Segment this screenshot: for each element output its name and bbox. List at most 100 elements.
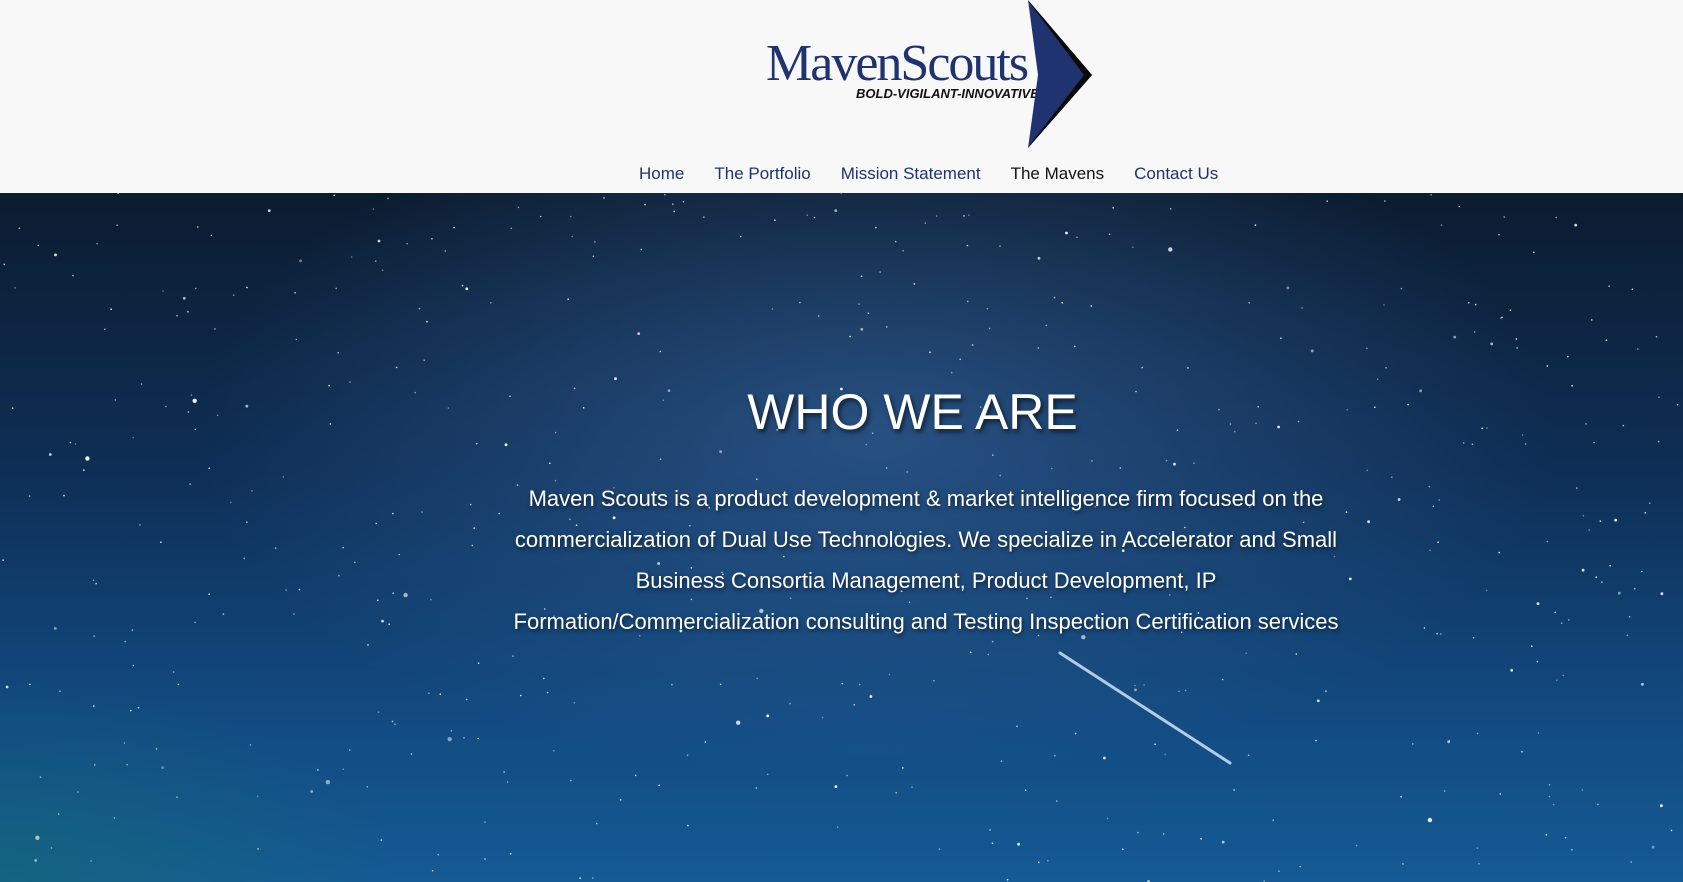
star (506, 781, 509, 783)
star (1515, 338, 1518, 340)
star (162, 290, 164, 292)
star (1576, 487, 1578, 489)
star (1634, 588, 1636, 590)
star (267, 209, 271, 212)
star (1524, 443, 1527, 445)
star (664, 193, 666, 196)
star (686, 754, 689, 756)
star (126, 763, 128, 766)
star (1272, 819, 1274, 821)
star (85, 456, 90, 461)
star (1143, 684, 1145, 686)
site-header: MavenScouts BOLD-VIGILANT-INNOVATIVE Hom… (0, 0, 1683, 193)
star (987, 653, 990, 656)
star (1391, 476, 1393, 479)
star (1112, 207, 1114, 209)
star (1536, 660, 1539, 663)
logo[interactable]: MavenScouts BOLD-VIGILANT-INNOVATIVE (762, 0, 1092, 150)
star (195, 287, 197, 290)
star (1038, 861, 1040, 864)
star (1660, 592, 1664, 596)
star (1581, 568, 1585, 572)
star (1641, 682, 1644, 686)
star (860, 275, 863, 277)
nav-portfolio[interactable]: The Portfolio (699, 160, 825, 188)
star (963, 215, 965, 217)
star (1626, 634, 1629, 637)
star (90, 860, 92, 862)
star (246, 286, 248, 289)
star (465, 287, 469, 291)
star (1436, 633, 1438, 635)
star (1462, 442, 1465, 444)
star (1178, 690, 1180, 693)
star (1533, 251, 1535, 254)
star (294, 292, 296, 294)
star (1467, 302, 1470, 304)
nav-home[interactable]: Home (624, 160, 699, 188)
star (1503, 216, 1505, 218)
star (421, 511, 423, 513)
star (1617, 591, 1621, 595)
star (430, 598, 432, 601)
nav-contact-us[interactable]: Contact Us (1119, 160, 1233, 188)
star (570, 215, 572, 218)
star (1301, 307, 1303, 309)
star (431, 238, 433, 240)
star (338, 574, 340, 577)
star (1000, 760, 1003, 762)
star (1605, 339, 1608, 341)
star (986, 307, 989, 310)
star (767, 773, 769, 776)
star (110, 308, 112, 310)
star (644, 203, 646, 206)
star (1552, 803, 1555, 806)
star (1122, 848, 1124, 851)
star (423, 359, 426, 361)
star (966, 244, 969, 247)
star (1631, 288, 1634, 291)
star (387, 197, 389, 200)
star (394, 723, 396, 725)
star (1516, 347, 1518, 349)
star (1163, 833, 1165, 835)
star (1326, 200, 1328, 202)
star (719, 683, 722, 686)
star (366, 786, 369, 788)
star (447, 737, 452, 742)
star (1548, 795, 1551, 798)
star (160, 541, 162, 543)
shooting-star (1058, 651, 1232, 765)
star (1498, 233, 1500, 236)
star (1531, 645, 1533, 647)
star (1448, 740, 1451, 742)
star (571, 235, 573, 238)
star (634, 774, 637, 777)
star (1485, 589, 1488, 592)
star (967, 300, 969, 303)
star (1221, 840, 1225, 844)
star (592, 877, 594, 879)
star (971, 344, 974, 346)
star (813, 216, 816, 219)
star (243, 557, 245, 560)
star (510, 227, 513, 229)
star (1045, 324, 1048, 327)
star (858, 683, 861, 686)
star (1248, 301, 1251, 304)
star (938, 848, 941, 850)
star (603, 197, 605, 199)
star (333, 194, 336, 197)
star (1366, 469, 1368, 472)
star (959, 358, 961, 361)
nav-mission-statement[interactable]: Mission Statement (826, 160, 996, 188)
star (1074, 345, 1076, 348)
star (1548, 784, 1551, 786)
hero-section: WHO WE ARE Maven Scouts is a product dev… (0, 193, 1683, 882)
star (391, 720, 394, 723)
star (1651, 845, 1655, 849)
star (1141, 366, 1143, 369)
nav-the-mavens[interactable]: The Mavens (996, 160, 1120, 188)
star (1016, 725, 1018, 728)
star (388, 623, 391, 625)
